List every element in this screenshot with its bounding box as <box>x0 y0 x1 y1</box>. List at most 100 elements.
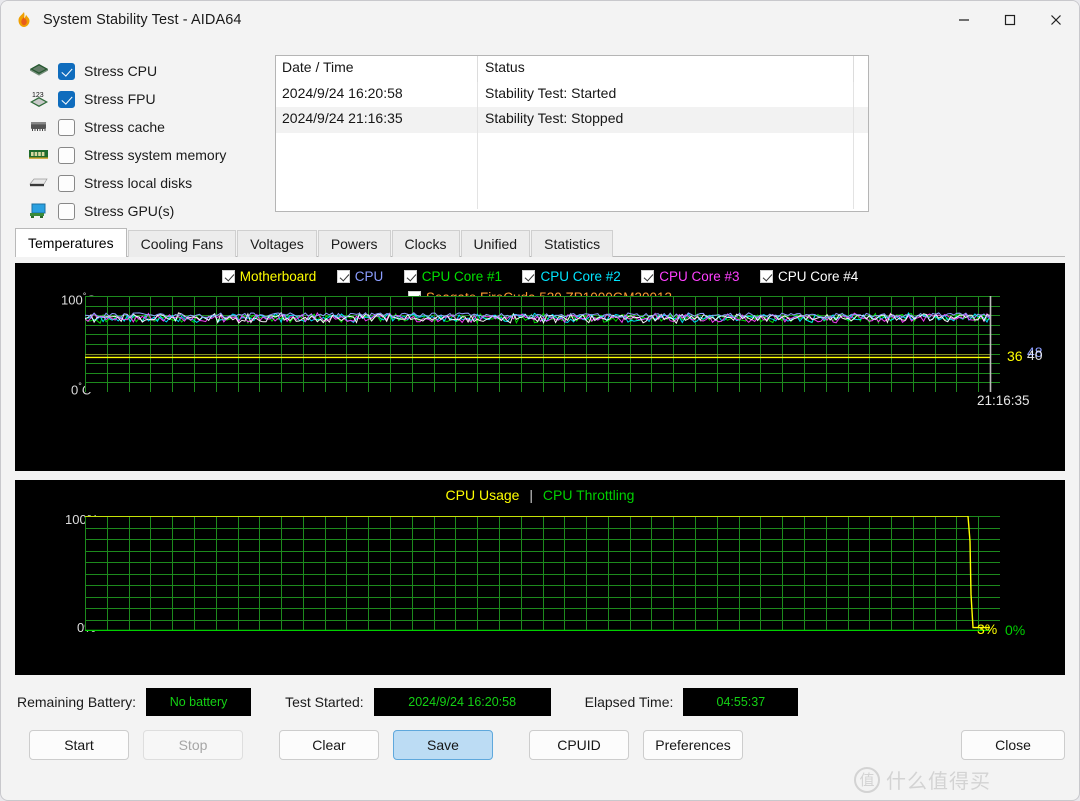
stress-option-memory[interactable]: Stress system memory <box>27 141 267 169</box>
table-row[interactable] <box>276 183 868 209</box>
stress-option-cache[interactable]: Stress cache <box>27 113 267 141</box>
table-row[interactable]: 2024/9/24 21:16:35 Stability Test: Stopp… <box>276 107 868 133</box>
window-title: System Stability Test - AIDA64 <box>43 12 242 28</box>
memory-module-icon <box>27 145 51 165</box>
legend-checkbox[interactable] <box>336 270 350 284</box>
minimize-button[interactable] <box>941 1 987 39</box>
legend-checkbox[interactable] <box>641 270 655 284</box>
test-started-value: 2024/9/24 16:20:58 <box>373 688 551 716</box>
legend-checkbox[interactable] <box>522 270 536 284</box>
legend-label: CPU <box>354 269 384 285</box>
legend-label: CPU Core #1 <box>421 269 502 285</box>
legend-item-cpu-core-2[interactable]: CPU Core #2 <box>522 269 621 285</box>
tab-clocks[interactable]: Clocks <box>391 230 460 257</box>
cell-status <box>478 132 854 158</box>
legend-label: CPU Core #4 <box>777 269 859 285</box>
stress-cache-checkbox[interactable] <box>58 118 75 136</box>
table-header-row: Date / Time Status <box>276 56 868 82</box>
close-window-button[interactable] <box>1033 1 1079 39</box>
stress-disks-checkbox[interactable] <box>58 174 75 192</box>
stress-option-disks[interactable]: Stress local disks <box>27 169 267 197</box>
close-button[interactable]: Close <box>961 730 1065 760</box>
title-bar: System Stability Test - AIDA64 <box>1 1 1079 39</box>
usage-value-label: 3% <box>977 621 998 637</box>
hard-disk-icon <box>27 173 51 193</box>
stress-fpu-checkbox[interactable] <box>58 90 75 108</box>
stress-memory-checkbox[interactable] <box>58 146 75 164</box>
stress-options-list: Stress CPU 123 Stress FPU Stress cache S… <box>15 55 267 220</box>
temperatures-chart: Motherboard CPU CPU Core #1 CPU Core #2 … <box>15 263 1065 471</box>
cell-status <box>478 158 854 184</box>
top-section: Stress CPU 123 Stress FPU Stress cache S… <box>1 39 1079 220</box>
clear-button[interactable]: Clear <box>279 730 379 760</box>
temp-chart-end-time: 21:16:35 <box>977 393 1030 408</box>
save-button[interactable]: Save <box>393 730 493 760</box>
stress-gpu-checkbox[interactable] <box>58 202 75 220</box>
temperature-legend-row-1: Motherboard CPU CPU Core #1 CPU Core #2 … <box>15 263 1065 285</box>
elapsed-time-value: 04:55:37 <box>683 688 799 716</box>
preferences-button[interactable]: Preferences <box>643 730 743 760</box>
stress-cpu-label: Stress CPU <box>84 63 158 79</box>
cpuid-button[interactable]: CPUID <box>529 730 629 760</box>
legend-label: CPU Core #2 <box>540 269 621 285</box>
legend-checkbox[interactable] <box>221 270 235 284</box>
stress-disks-label: Stress local disks <box>84 175 193 191</box>
table-row[interactable]: 2024/9/24 16:20:58 Stability Test: Start… <box>276 81 868 107</box>
fpu-chip-icon: 123 <box>27 89 51 109</box>
start-button[interactable]: Start <box>29 730 129 760</box>
cell-datetime: 2024/9/24 21:16:35 <box>276 107 478 133</box>
tab-cooling-fans[interactable]: Cooling Fans <box>127 230 237 257</box>
elapsed-time-label: Elapsed Time: <box>584 694 674 710</box>
legend-label: Motherboard <box>239 269 317 285</box>
test-started-label: Test Started: <box>285 694 364 710</box>
cell-status <box>478 183 854 209</box>
battery-label: Remaining Battery: <box>17 694 137 710</box>
stress-option-gpu[interactable]: Stress GPU(s) <box>27 197 267 225</box>
cell-datetime <box>276 132 478 158</box>
smzdm-watermark: 值 什么值得买 <box>854 765 991 794</box>
temp-plot-area <box>85 296 1000 392</box>
tab-voltages[interactable]: Voltages <box>237 230 317 257</box>
legend-checkbox[interactable] <box>403 270 417 284</box>
legend-item-cpu[interactable]: CPU <box>336 269 384 285</box>
usage-plot-area <box>85 516 1000 631</box>
cell-status: Stability Test: Started <box>478 81 854 107</box>
legend-label-cpu-throttling[interactable]: CPU Throttling <box>543 487 635 503</box>
tab-temperatures[interactable]: Temperatures <box>15 228 127 257</box>
tab-unified[interactable]: Unified <box>460 230 531 257</box>
cache-chip-icon <box>27 117 51 137</box>
stress-option-fpu[interactable]: 123 Stress FPU <box>27 85 267 113</box>
column-header-status: Status <box>478 56 854 82</box>
stress-cache-label: Stress cache <box>84 119 165 135</box>
stress-cpu-checkbox[interactable] <box>58 62 75 80</box>
legend-label: CPU Core #3 <box>659 269 740 285</box>
stress-option-cpu[interactable]: Stress CPU <box>27 57 267 85</box>
legend-checkbox[interactable] <box>759 270 773 284</box>
table-row[interactable] <box>276 132 868 158</box>
event-log-table[interactable]: Date / Time Status 2024/9/24 16:20:58 St… <box>275 55 869 212</box>
legend-item-motherboard[interactable]: Motherboard <box>221 269 317 285</box>
cell-datetime: 2024/9/24 16:20:58 <box>276 81 478 107</box>
battery-value: No battery <box>146 688 252 716</box>
temp-value-motherboard: 36 <box>1007 348 1023 364</box>
temp-value-core-1: 40 <box>1027 347 1043 363</box>
throttling-value-label: 0% <box>1005 622 1026 638</box>
usage-legend: CPU Usage | CPU Throttling <box>15 480 1065 502</box>
stop-button: Stop <box>143 730 243 760</box>
maximize-button[interactable] <box>987 1 1033 39</box>
legend-item-cpu-core-1[interactable]: CPU Core #1 <box>403 269 502 285</box>
table-row[interactable] <box>276 158 868 184</box>
cell-datetime <box>276 158 478 184</box>
tab-powers[interactable]: Powers <box>317 230 391 257</box>
watermark-logo-icon: 值 <box>854 766 880 793</box>
gpu-monitor-icon <box>27 201 51 221</box>
cell-datetime <box>276 183 478 209</box>
tab-statistics[interactable]: Statistics <box>531 230 614 257</box>
system-stability-test-window: System Stability Test - AIDA64 Stress CP… <box>0 0 1080 801</box>
status-strip: Remaining Battery: No battery Test Start… <box>17 687 1065 717</box>
legend-item-cpu-core-3[interactable]: CPU Core #3 <box>641 269 740 285</box>
flame-icon <box>15 11 33 29</box>
legend-item-cpu-core-4[interactable]: CPU Core #4 <box>759 269 859 285</box>
cpu-chip-icon <box>27 61 51 81</box>
legend-label-cpu-usage[interactable]: CPU Usage <box>446 487 520 503</box>
